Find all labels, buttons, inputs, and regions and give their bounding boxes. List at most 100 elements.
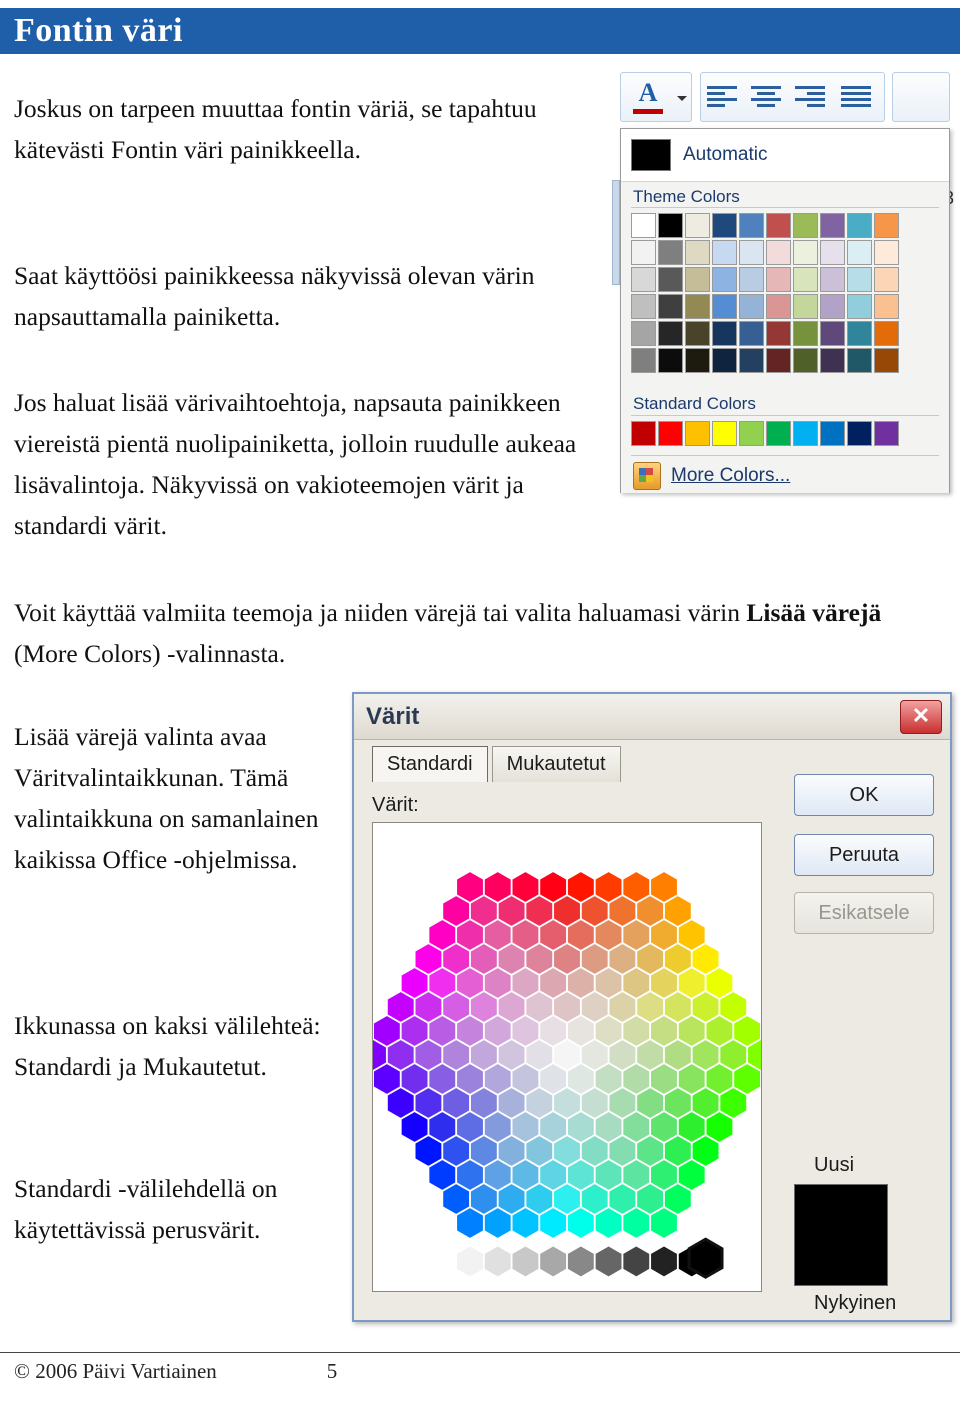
theme-color-swatch[interactable] — [847, 294, 872, 319]
theme-color-swatch[interactable] — [766, 267, 791, 292]
theme-color-swatch[interactable] — [739, 213, 764, 238]
theme-color-swatch[interactable] — [874, 294, 899, 319]
hex-swatch[interactable] — [483, 1245, 512, 1278]
theme-color-swatch[interactable] — [658, 240, 683, 265]
more-colors-label[interactable]: More Colors... — [671, 465, 790, 487]
theme-color-swatch[interactable] — [820, 213, 845, 238]
theme-color-swatch[interactable] — [631, 213, 656, 238]
theme-color-swatch[interactable] — [820, 267, 845, 292]
standard-color-swatch[interactable] — [712, 421, 737, 446]
theme-color-swatch[interactable] — [847, 213, 872, 238]
hex-swatch[interactable] — [650, 1245, 678, 1278]
chevron-down-icon[interactable] — [677, 96, 687, 101]
theme-color-swatch[interactable] — [631, 240, 656, 265]
color-picker-dropdown[interactable]: Automatic Theme Colors Standard Colors M… — [620, 128, 950, 493]
theme-color-swatch[interactable] — [820, 240, 845, 265]
theme-color-swatch[interactable] — [739, 294, 764, 319]
theme-color-swatch[interactable] — [685, 321, 710, 346]
theme-color-swatch[interactable] — [739, 240, 764, 265]
theme-color-swatch[interactable] — [874, 267, 899, 292]
theme-color-swatch[interactable] — [685, 267, 710, 292]
automatic-color-swatch[interactable] — [631, 139, 671, 171]
theme-colors-grid[interactable] — [631, 213, 900, 374]
theme-color-swatch[interactable] — [685, 348, 710, 373]
standard-color-swatch[interactable] — [739, 421, 764, 446]
close-icon[interactable]: ✕ — [900, 699, 942, 734]
theme-color-swatch[interactable] — [658, 348, 683, 373]
theme-color-swatch[interactable] — [685, 213, 710, 238]
hex-color-grid-svg[interactable] — [373, 823, 761, 1291]
align-center-icon[interactable] — [751, 83, 785, 113]
paragraph-align-group[interactable] — [700, 72, 885, 122]
preview-button[interactable]: Esikatsele — [794, 892, 934, 934]
hex-swatch[interactable] — [567, 1245, 595, 1278]
standard-color-swatch[interactable] — [793, 421, 818, 446]
standard-color-swatch[interactable] — [631, 421, 656, 446]
align-right-icon[interactable] — [795, 83, 829, 113]
theme-color-swatch[interactable] — [847, 267, 872, 292]
hex-swatch[interactable] — [511, 1245, 540, 1278]
hex-swatch[interactable] — [456, 1245, 484, 1278]
theme-color-swatch[interactable] — [685, 240, 710, 265]
theme-color-swatch[interactable] — [766, 348, 791, 373]
hex-swatch-selected[interactable] — [687, 1237, 724, 1279]
theme-color-swatch[interactable] — [766, 321, 791, 346]
theme-color-swatch[interactable] — [874, 321, 899, 346]
theme-color-swatch[interactable] — [793, 267, 818, 292]
theme-color-swatch[interactable] — [793, 321, 818, 346]
theme-color-swatch[interactable] — [820, 294, 845, 319]
theme-color-swatch[interactable] — [658, 321, 683, 346]
hex-swatch[interactable] — [594, 1245, 623, 1278]
standard-colors-grid[interactable] — [631, 421, 900, 447]
theme-color-swatch[interactable] — [793, 294, 818, 319]
tab-standardi[interactable]: Standardi — [372, 746, 488, 782]
theme-color-swatch[interactable] — [658, 294, 683, 319]
hex-swatch[interactable] — [622, 1245, 651, 1278]
theme-color-swatch[interactable] — [712, 294, 737, 319]
theme-color-swatch[interactable] — [766, 213, 791, 238]
hex-color-grid[interactable] — [372, 822, 762, 1292]
theme-color-swatch[interactable] — [820, 348, 845, 373]
theme-color-swatch[interactable] — [766, 294, 791, 319]
standard-color-swatch[interactable] — [766, 421, 791, 446]
theme-color-swatch[interactable] — [631, 267, 656, 292]
font-color-button-group[interactable]: A — [620, 72, 692, 122]
ok-button[interactable]: OK — [794, 774, 934, 816]
theme-color-swatch[interactable] — [847, 348, 872, 373]
theme-color-swatch[interactable] — [631, 321, 656, 346]
dialog-tabs[interactable]: Standardi Mukautetut — [372, 746, 625, 782]
theme-color-swatch[interactable] — [739, 348, 764, 373]
more-colors-row[interactable]: More Colors... — [621, 459, 949, 493]
theme-color-swatch[interactable] — [631, 348, 656, 373]
tab-mukautetut[interactable]: Mukautetut — [491, 746, 621, 782]
theme-color-swatch[interactable] — [766, 240, 791, 265]
hex-swatch[interactable] — [428, 1245, 457, 1278]
theme-color-swatch[interactable] — [874, 213, 899, 238]
theme-color-swatch[interactable] — [658, 213, 683, 238]
theme-color-swatch[interactable] — [712, 267, 737, 292]
theme-color-swatch[interactable] — [874, 348, 899, 373]
theme-color-swatch[interactable] — [874, 240, 899, 265]
standard-color-swatch[interactable] — [658, 421, 683, 446]
standard-color-swatch[interactable] — [874, 421, 899, 446]
theme-color-swatch[interactable] — [712, 321, 737, 346]
theme-color-swatch[interactable] — [793, 348, 818, 373]
theme-color-swatch[interactable] — [685, 294, 710, 319]
theme-color-swatch[interactable] — [847, 240, 872, 265]
theme-color-swatch[interactable] — [793, 213, 818, 238]
theme-color-swatch[interactable] — [712, 213, 737, 238]
theme-color-swatch[interactable] — [739, 321, 764, 346]
theme-color-swatch[interactable] — [712, 348, 737, 373]
cancel-button[interactable]: Peruuta — [794, 834, 934, 876]
standard-color-swatch[interactable] — [685, 421, 710, 446]
theme-color-swatch[interactable] — [658, 267, 683, 292]
align-justify-icon[interactable] — [841, 83, 875, 113]
standard-color-swatch[interactable] — [847, 421, 872, 446]
align-left-icon[interactable] — [707, 83, 741, 113]
font-color-icon[interactable]: A — [633, 79, 663, 109]
line-spacing-group[interactable] — [892, 72, 950, 122]
theme-color-swatch[interactable] — [631, 294, 656, 319]
theme-color-swatch[interactable] — [739, 267, 764, 292]
standard-color-swatch[interactable] — [820, 421, 845, 446]
automatic-color-row[interactable]: Automatic — [621, 129, 949, 182]
